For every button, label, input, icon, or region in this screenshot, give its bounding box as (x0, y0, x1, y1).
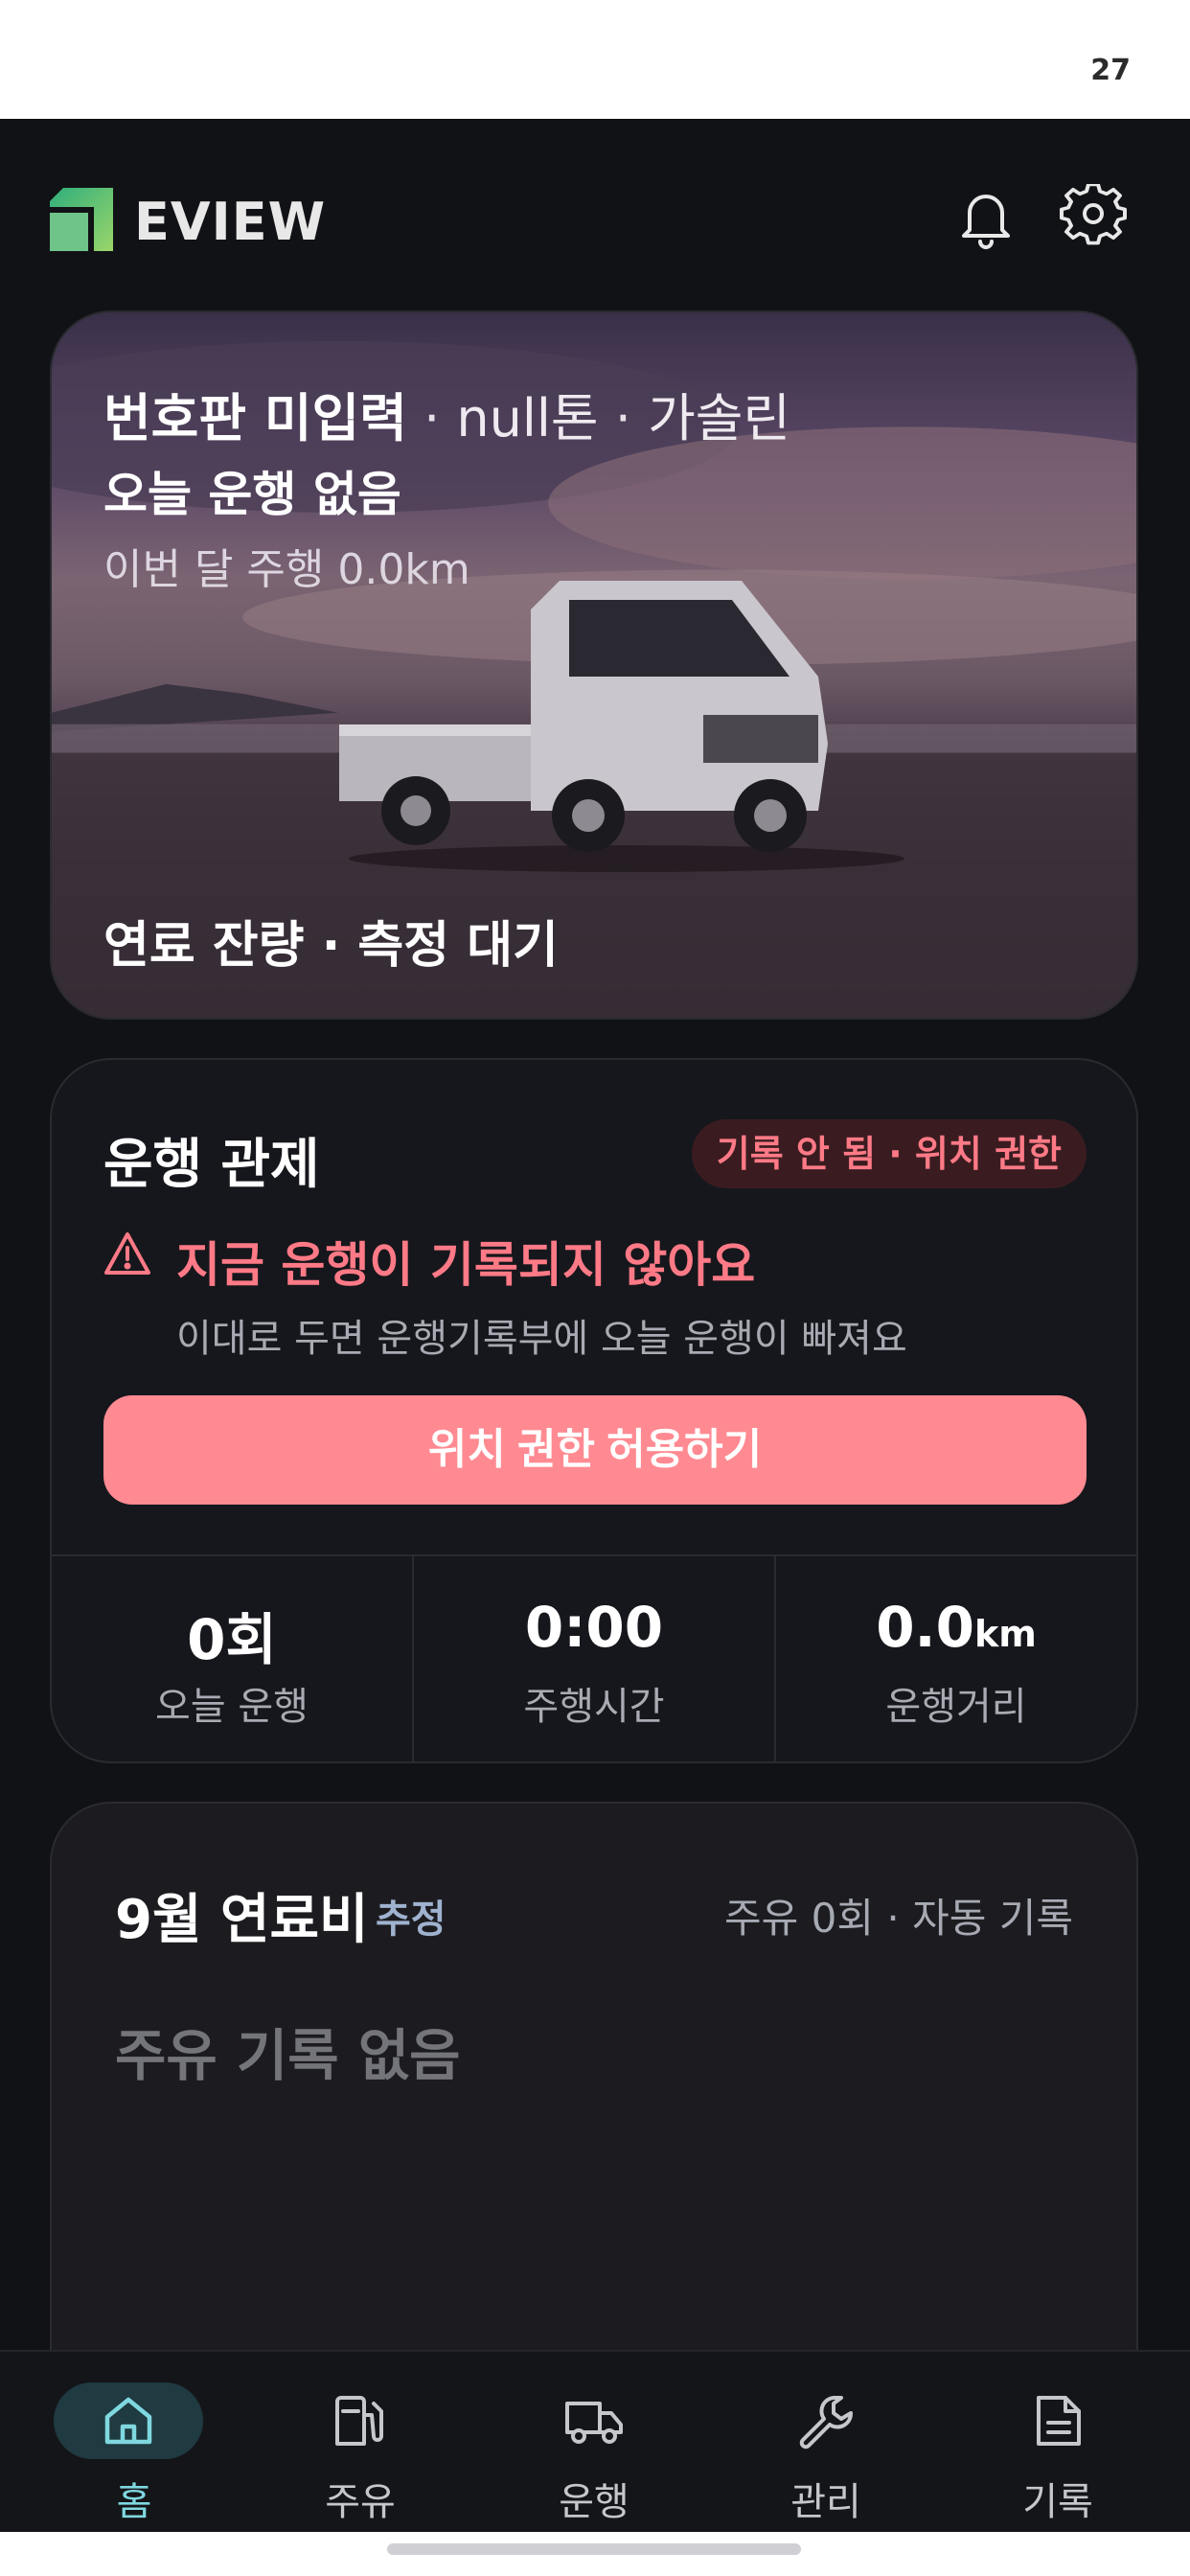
allow-location-button[interactable]: 위치 권한 허용하기 (103, 1395, 1087, 1505)
app-header: EVIEW (0, 119, 1190, 310)
nav-records[interactable]: 기록 (962, 2352, 1154, 2534)
fuel-empty-state: 주유 기록 없음 (115, 2023, 461, 2088)
stat-number: 0:00 (524, 1595, 664, 1660)
fuel-cost-title: 9월 연료비 (115, 1889, 369, 1951)
stat-label: 주행시간 (523, 1685, 665, 1729)
month-distance: 이번 달 주행 0.0km (103, 545, 470, 594)
home-icon (104, 2397, 152, 2445)
nav-fuel[interactable]: 주유 (264, 2352, 456, 2534)
stat-today-drives: 0회 오늘 운행 (52, 1556, 412, 1761)
truck-icon (565, 2402, 623, 2444)
nav-home[interactable]: 홈 (38, 2352, 230, 2534)
vehicle-fuel-type: 가솔린 (648, 388, 791, 448)
nav-label: 관리 (790, 2480, 861, 2524)
home-indicator[interactable] (387, 2543, 801, 2555)
nav-drive[interactable]: 운행 (498, 2352, 690, 2534)
nav-label: 기록 (1022, 2480, 1093, 2524)
status-bar: 27 (0, 0, 1190, 119)
fuel-level-status: 연료 잔량 · 측정 대기 (103, 917, 559, 975)
drive-stats: 0회 오늘 운행 0:00 주행시간 0.0km 운행거리 (52, 1556, 1136, 1761)
gear-icon[interactable] (1060, 184, 1127, 251)
nav-label: 홈 (116, 2480, 152, 2524)
stat-number: 0.0 (876, 1595, 974, 1660)
vehicle-summary: 번호판 미입력 · null톤 · 가솔린 (103, 376, 790, 451)
plate-number: 번호판 미입력 (103, 388, 407, 448)
stat-label: 오늘 운행 (155, 1685, 309, 1729)
drive-control-card: 운행 관제 기록 안 됨 · 위치 권한 지금 운행이 기록되지 않아요 이대로… (50, 1058, 1138, 1763)
vehicle-hero-card[interactable]: 번호판 미입력 · null톤 · 가솔린 오늘 운행 없음 이번 달 주행 0… (50, 310, 1138, 1020)
nav-label: 주유 (325, 2480, 396, 2524)
today-drive-status: 오늘 운행 없음 (103, 467, 401, 522)
estimate-tag: 추정 (376, 1898, 446, 1942)
nav-label: 운행 (559, 2480, 629, 2524)
stat-unit: km (973, 1613, 1037, 1655)
eview-logo-icon (50, 188, 113, 251)
fuel-pump-icon (335, 2396, 383, 2446)
stat-value: 0:00 (414, 1595, 774, 1660)
stat-value: 0회 (52, 1595, 412, 1675)
separator-dot: · (614, 388, 631, 448)
truck-image (339, 581, 904, 872)
drive-control-title: 운행 관제 (103, 1134, 320, 1196)
brand-name: EVIEW (134, 192, 327, 252)
stat-label: 운행거리 (885, 1685, 1027, 1729)
stat-drive-distance: 0.0km 운행거리 (774, 1556, 1136, 1761)
document-icon (1037, 2396, 1081, 2446)
separator-dot: · (423, 388, 441, 448)
recording-status-badge[interactable]: 기록 안 됨 · 위치 권한 (691, 1119, 1087, 1188)
bell-icon[interactable] (952, 184, 1019, 251)
status-time: 27 (1090, 54, 1131, 87)
wrench-icon (799, 2396, 853, 2450)
stat-number: 0회 (187, 1607, 277, 1672)
fuel-summary: 주유 0회 · 자동 기록 (724, 1895, 1073, 1942)
vehicle-tonnage: null톤 (456, 388, 599, 448)
stat-drive-time: 0:00 주행시간 (412, 1556, 774, 1761)
warning-triangle-icon (104, 1232, 150, 1275)
nav-manage[interactable]: 관리 (730, 2352, 922, 2534)
warning-title: 지금 운행이 기록되지 않아요 (176, 1237, 756, 1293)
warning-subtitle: 이대로 두면 운행기록부에 오늘 운행이 빠져요 (176, 1317, 907, 1361)
stat-value: 0.0km (776, 1595, 1136, 1660)
